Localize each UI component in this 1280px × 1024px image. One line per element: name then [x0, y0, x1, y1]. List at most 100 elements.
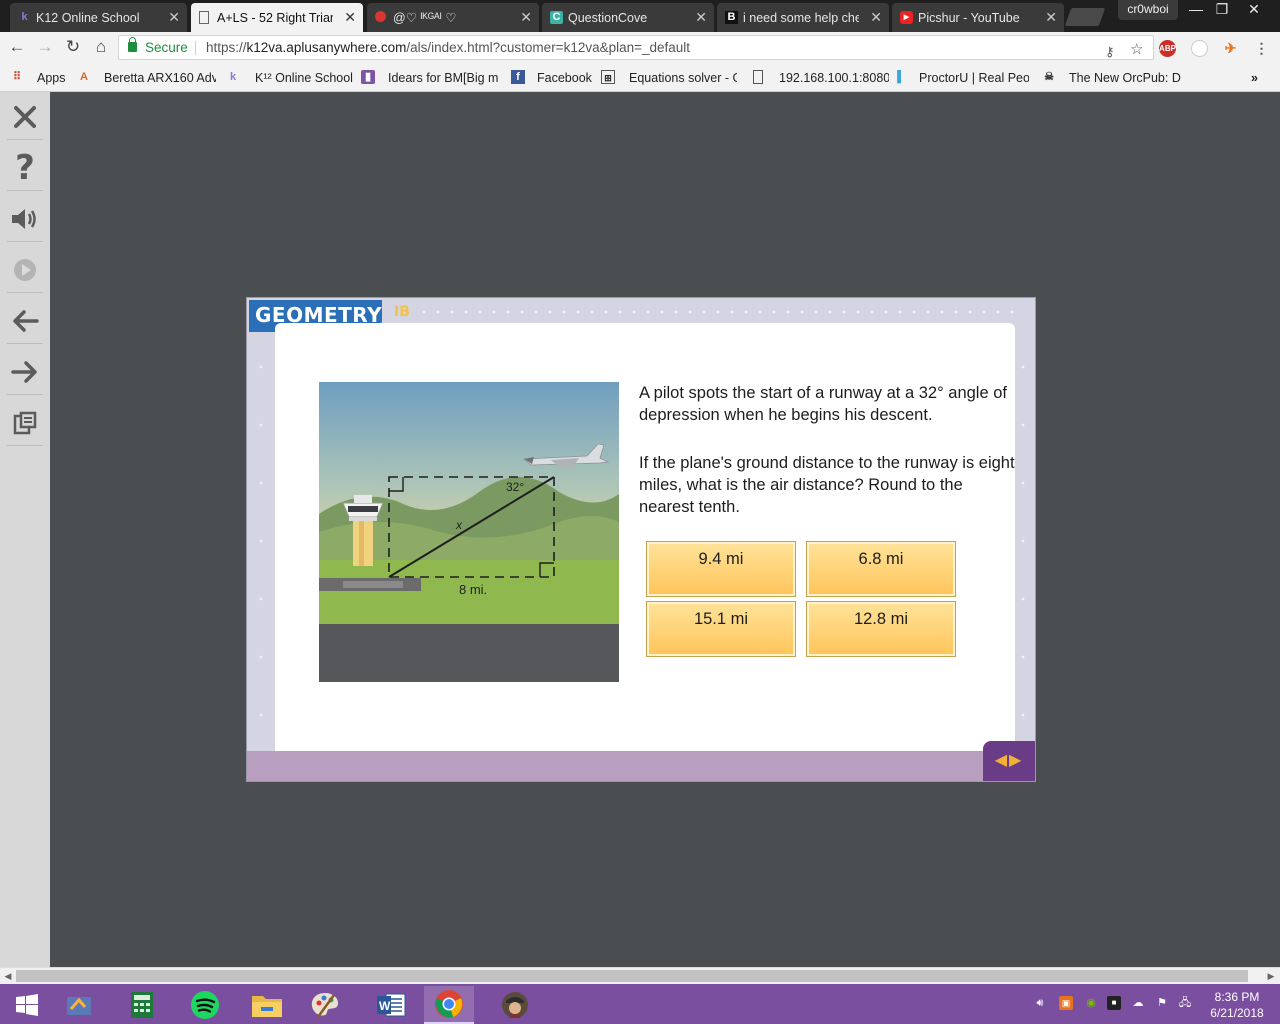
close-tab-icon[interactable]: ✕: [1045, 9, 1057, 25]
address-bar[interactable]: Secure https://k12va.aplusanywhere.com/a…: [118, 35, 1154, 60]
more-bookmarks-button[interactable]: »: [1251, 70, 1258, 86]
notes-button[interactable]: [7, 400, 43, 446]
tab-ikgai[interactable]: @♡ ᴵᴷᴳᴬᴵ ♡ ✕: [367, 3, 539, 32]
bookmark-idears[interactable]: Idears for BM[Big mess]: [388, 70, 498, 86]
proctoru-icon: ▌: [897, 71, 905, 83]
adblock-plus-icon[interactable]: ABP: [1159, 40, 1176, 57]
back-button[interactable]: [7, 298, 43, 344]
minimize-icon[interactable]: —: [1182, 0, 1210, 20]
tab-title: i need some help checking: [743, 10, 859, 25]
bookmark-facebook[interactable]: Facebook: [537, 70, 597, 86]
audio-button[interactable]: [7, 196, 43, 242]
browser-toolbar: ← → ↻ ⌂ Secure https://k12va.aplusanywhe…: [0, 32, 1280, 63]
close-tab-icon[interactable]: ✕: [870, 9, 882, 25]
answer-choice[interactable]: 6.8 mi: [806, 541, 956, 597]
restore-icon[interactable]: ❐: [1208, 0, 1236, 20]
tab-als-right-triangles[interactable]: A+LS - 52 Right Triangles ✕: [191, 3, 363, 32]
lesson-footer: [247, 751, 1035, 781]
forward-icon[interactable]: →: [34, 36, 56, 58]
tab-questioncove[interactable]: C QuestionCove ✕: [542, 3, 714, 32]
brainly-icon: B: [725, 11, 738, 24]
back-icon[interactable]: ←: [6, 36, 28, 58]
home-icon[interactable]: ⌂: [90, 36, 112, 58]
browser-tab-strip: k K12 Online School ✕ A+LS - 52 Right Tr…: [0, 0, 1280, 32]
tray-app-icon[interactable]: ■: [1107, 996, 1121, 1010]
close-button[interactable]: [7, 94, 43, 140]
trello-icon: ▮: [361, 70, 375, 84]
calculator-icon: [131, 992, 153, 1018]
taskbar-app-paint[interactable]: [300, 986, 350, 1024]
bookmark-orcpub[interactable]: The New OrcPub: DnD: [1069, 70, 1181, 86]
scroll-left-icon[interactable]: ◀: [1, 969, 15, 983]
chrome-menu-icon[interactable]: ⋮: [1253, 40, 1270, 57]
url-text: https://k12va.aplusanywhere.com/als/inde…: [206, 36, 690, 59]
taskbar-app-game[interactable]: [490, 986, 540, 1024]
key-icon[interactable]: ⚷: [1105, 40, 1115, 63]
extension-orange-icon[interactable]: ✈: [1222, 40, 1239, 57]
answer-choice[interactable]: 12.8 mi: [806, 601, 956, 657]
action-center-flag-icon[interactable]: ⚑: [1155, 996, 1169, 1010]
taskbar-app-calculator[interactable]: [117, 986, 167, 1024]
tab-title: Picshur - YouTube: [918, 10, 1020, 25]
tab-title: @♡ ᴵᴷᴳᴬᴵ ♡: [393, 11, 457, 25]
bookmark-router[interactable]: 192.168.100.1:8080: [779, 70, 889, 86]
extension-circle-icon[interactable]: [1191, 40, 1208, 57]
close-tab-icon[interactable]: ✕: [168, 9, 180, 25]
bookmark-proctoru[interactable]: ProctorU | Real People: [919, 70, 1029, 86]
answer-choice[interactable]: 9.4 mi: [646, 541, 796, 597]
close-tab-icon[interactable]: ✕: [344, 9, 356, 25]
nvidia-icon[interactable]: ◉: [1084, 996, 1098, 1010]
spotify-icon: [191, 991, 219, 1019]
taskbar-app-animation[interactable]: [55, 986, 105, 1024]
taskbar-app-chrome[interactable]: [424, 986, 474, 1024]
calculator-grid-icon: ⊞: [601, 70, 615, 84]
bookmark-equations[interactable]: Equations solver - G: [629, 70, 737, 86]
taskbar-clock[interactable]: 8:36 PM 6/21/2018: [1202, 989, 1272, 1021]
taskbar-app-file-explorer[interactable]: [242, 986, 292, 1024]
base-label: 8 mi.: [459, 582, 487, 597]
scrollbar-thumb[interactable]: [16, 970, 1248, 982]
profile-button[interactable]: cr0wboi: [1118, 0, 1178, 20]
runway-scene-image: 32° x 8 mi.: [319, 382, 619, 682]
close-tab-icon[interactable]: ✕: [520, 9, 532, 25]
taskbar-app-word[interactable]: W: [366, 986, 416, 1024]
tab-picshur-youtube[interactable]: ▶ Picshur - YouTube ✕: [892, 3, 1064, 32]
volume-icon[interactable]: 🔊︎: [1033, 996, 1047, 1010]
tab-title: K12 Online School: [36, 10, 140, 25]
bookmark-apps[interactable]: Apps: [37, 70, 67, 86]
start-button[interactable]: [2, 986, 52, 1024]
help-button[interactable]: ?: [7, 145, 43, 191]
document-icon: [753, 70, 763, 84]
new-tab-button[interactable]: [1064, 8, 1106, 26]
scroll-right-icon[interactable]: ▶: [1264, 969, 1278, 983]
windows-logo-icon: [16, 994, 38, 1016]
taskbar-app-spotify[interactable]: [180, 986, 230, 1024]
help-icon: ?: [15, 147, 35, 188]
close-tab-icon[interactable]: ✕: [695, 9, 707, 25]
reload-icon[interactable]: ↻: [62, 36, 84, 58]
play-button[interactable]: [7, 247, 43, 293]
window-close-icon[interactable]: ✕: [1240, 0, 1268, 20]
app-tray-orange-icon[interactable]: ▣: [1059, 996, 1073, 1010]
bookmark-beretta[interactable]: Beretta ARX160 Advanced: [104, 70, 216, 86]
decorative-dots: [259, 338, 263, 718]
bookmark-k12[interactable]: K¹² Online School: [255, 70, 355, 86]
question-card: 32° x 8 mi. A pilot spots the start of a…: [275, 323, 1015, 751]
secure-label: Secure: [145, 40, 188, 55]
prev-next-arrows-icon[interactable]: ◀▶: [983, 741, 1035, 781]
tab-k12-online-school[interactable]: k K12 Online School ✕: [10, 3, 187, 32]
palette-icon: [311, 993, 338, 1018]
svg-text:W: W: [379, 999, 391, 1013]
forward-button[interactable]: [7, 349, 43, 395]
bookmark-star-icon[interactable]: ☆: [1130, 38, 1143, 61]
folder-icon: [252, 996, 282, 1017]
tab-title: A+LS - 52 Right Triangles: [217, 10, 333, 25]
tab-brainly-help[interactable]: B i need some help checking ✕: [717, 3, 889, 32]
onedrive-icon[interactable]: ☁: [1131, 996, 1145, 1010]
answer-choice[interactable]: 15.1 mi: [646, 601, 796, 657]
network-icon[interactable]: 🖧︎: [1178, 996, 1192, 1010]
close-icon: [14, 105, 36, 128]
apps-grid-icon: ⠿: [12, 71, 22, 83]
horizontal-scrollbar[interactable]: ◀ ▶: [0, 967, 1280, 984]
question-paragraph: If the plane's ground distance to the ru…: [639, 454, 1015, 516]
